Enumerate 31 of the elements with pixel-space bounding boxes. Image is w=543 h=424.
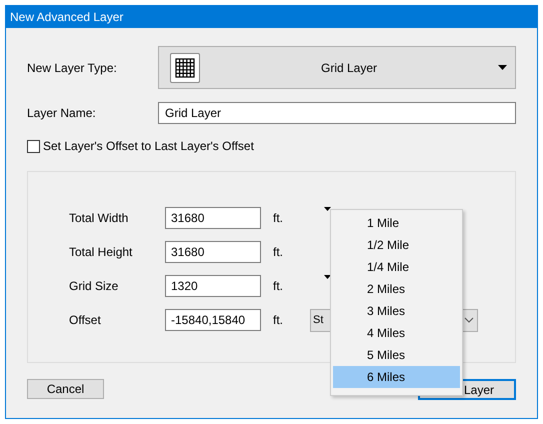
field-label: New Layer Type: xyxy=(27,60,118,74)
menu-item[interactable]: 6 Miles xyxy=(333,366,460,388)
field-label: Layer Name: xyxy=(27,106,97,120)
caret-icon[interactable] xyxy=(324,207,331,211)
unit-label: ft. xyxy=(273,245,284,259)
checkbox[interactable] xyxy=(27,140,40,152)
layer-name-field[interactable]: Grid Layer xyxy=(158,102,516,124)
input-field[interactable]: 31680 xyxy=(165,241,261,263)
input-field[interactable]: 1320 xyxy=(165,275,261,297)
window-title: New Advanced Layer xyxy=(6,6,537,28)
layer-type-dropdown[interactable]: Grid Layer xyxy=(158,46,516,89)
field-label: Offset xyxy=(69,313,102,327)
checkbox-label: Set Layer's Offset to Last Layer's Offset xyxy=(43,139,254,153)
grid-icon xyxy=(175,58,195,78)
field-label: Total Height xyxy=(69,245,134,259)
menu-item[interactable]: 3 Miles xyxy=(333,300,460,322)
unit-label: ft. xyxy=(273,211,284,225)
menu-item[interactable]: 5 Miles xyxy=(333,344,460,366)
input-field[interactable]: -15840,15840 xyxy=(165,309,261,331)
unit-label: ft. xyxy=(273,279,284,293)
menu-item[interactable]: 1 Mile xyxy=(333,212,460,234)
input-field[interactable]: 31680 xyxy=(165,207,261,229)
caret-icon[interactable] xyxy=(324,275,331,279)
menu-item[interactable]: 2 Miles xyxy=(333,278,460,300)
caret-icon xyxy=(498,65,507,70)
menu-item[interactable]: 1/4 Mile xyxy=(333,256,460,278)
menu-item[interactable]: 4 Miles xyxy=(333,322,460,344)
field-label: Total Width xyxy=(69,211,130,225)
cancel-button[interactable]: Cancel xyxy=(27,379,104,399)
menu-item[interactable]: 1/2 Mile xyxy=(333,234,460,256)
field-label: Grid Size xyxy=(69,279,120,293)
